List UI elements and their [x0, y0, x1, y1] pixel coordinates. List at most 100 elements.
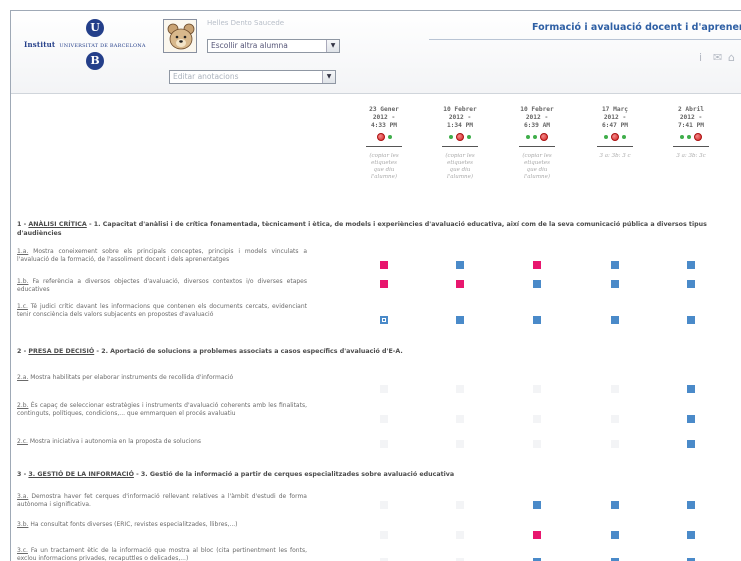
column-divider — [442, 146, 478, 147]
mail-icon[interactable]: ✉ — [713, 51, 722, 64]
assessment-cell[interactable] — [533, 280, 541, 288]
competency-link[interactable]: 3. GESTIÓ DE LA INFORMACIÓ — [28, 471, 134, 478]
assessment-cell[interactable] — [456, 316, 464, 324]
annotations-select-value: Editar anotacions — [173, 72, 239, 81]
indicator-link[interactable]: 1.b. — [17, 278, 28, 285]
indicator-link[interactable]: 3.b. — [17, 521, 28, 528]
assessment-cell[interactable] — [687, 280, 695, 288]
status-lights — [505, 132, 569, 142]
tag-copy-note: (copiar les etiquetes que diu l'alumne) — [369, 153, 399, 180]
competency-heading: 3 - 3. GESTIÓ DE LA INFORMACIÓ - 3. Gest… — [17, 471, 455, 478]
status-lights — [352, 132, 416, 142]
status-lights — [659, 132, 723, 142]
indicator-link[interactable]: 3.c. — [17, 547, 28, 554]
competency-link[interactable]: PRESA DE DECISIÓ — [28, 348, 94, 355]
assessment-cell[interactable] — [456, 261, 464, 269]
green-light-icon — [526, 135, 530, 139]
assessment-cell[interactable] — [611, 280, 619, 288]
green-light-icon — [467, 135, 471, 139]
status-lights — [428, 132, 492, 142]
annotations-select[interactable]: Editar anotacions ▼ — [169, 70, 336, 84]
university-logo: U Institut UNIVERSITAT DE BARCELONA B — [16, 16, 161, 76]
assessment-cell[interactable] — [611, 440, 619, 448]
tag-copy-note: (copiar les etiquetes que diu l'alumne) — [445, 153, 475, 180]
red-light-icon — [456, 133, 464, 141]
submission-date: 17 Març 2012 - 6:47 PM — [601, 106, 629, 129]
assessment-cell[interactable] — [687, 385, 695, 393]
indicator-text: 1.a. Mostra coneixement sobre els princi… — [17, 248, 307, 263]
indicator-text: 1.b. Fa referència a diversos objectes d… — [17, 278, 307, 293]
competency-link[interactable]: ANÀLISI CRÍTICA — [28, 221, 86, 228]
info-icon[interactable]: i — [699, 51, 702, 64]
assessment-cell[interactable] — [533, 261, 541, 269]
student-select-value: Escollir altra alumna — [211, 41, 288, 50]
assessment-cell[interactable] — [456, 501, 464, 509]
submission-column: 17 Març 2012 - 6:47 PM 3 a: 3b: 3 c — [583, 106, 647, 160]
assessment-cell[interactable] — [533, 316, 541, 324]
assessment-cell[interactable] — [611, 385, 619, 393]
submission-date: 2 Abril 2012 - 7:41 PM — [677, 106, 705, 129]
assessment-cell[interactable] — [380, 440, 388, 448]
submission-column: 2 Abril 2012 - 7:41 PM 3 a: 3b: 3c — [659, 106, 723, 160]
assessment-cell[interactable] — [380, 501, 388, 509]
indicator-link[interactable]: 2.b. — [17, 402, 28, 409]
assessment-cell[interactable] — [611, 261, 619, 269]
indicator-link[interactable]: 1.a. — [17, 248, 28, 255]
assessment-cell[interactable] — [380, 316, 388, 324]
assessment-cell[interactable] — [687, 440, 695, 448]
indicator-text: 2.a. Mostra habilitats per elaborar inst… — [17, 374, 234, 381]
green-light-icon — [449, 135, 453, 139]
assessment-cell[interactable] — [456, 415, 464, 423]
assessment-cell[interactable] — [533, 531, 541, 539]
submission-column: 10 Febrer 2012 - 1:34 PM (copiar les etiq… — [428, 106, 492, 181]
competency-heading: 1 - ANÀLISI CRÍTICA - 1. Capacitat d'anà… — [17, 221, 707, 237]
home-icon[interactable]: ⌂ — [728, 51, 735, 64]
student-select[interactable]: Escollir altra alumna ▼ — [207, 39, 340, 53]
chevron-down-icon[interactable]: ▼ — [322, 71, 335, 83]
indicator-link[interactable]: 2.a. — [17, 374, 28, 381]
assessment-cell[interactable] — [611, 531, 619, 539]
submission-date: 10 Febrer 2012 - 1:34 PM — [443, 106, 477, 129]
indicator-text: 3.a. Demostra haver fet cerques d'inform… — [17, 493, 307, 508]
chevron-down-icon[interactable]: ▼ — [326, 40, 339, 52]
column-divider — [597, 146, 633, 147]
assessment-cell[interactable] — [533, 440, 541, 448]
indicator-text: 3.b. Ha consultat fonts diverses (ERIC, … — [17, 521, 238, 528]
indicator-link[interactable]: 3.a. — [17, 493, 28, 500]
assessment-cell[interactable] — [611, 316, 619, 324]
assessment-cell[interactable] — [611, 501, 619, 509]
assessment-cell[interactable] — [380, 385, 388, 393]
assessment-cell[interactable] — [380, 261, 388, 269]
rubric-grid: 23 Gener 2012 - 4:33 PM (copiar les etiqu… — [11, 95, 741, 561]
green-light-icon — [387, 135, 392, 139]
assessment-cell[interactable] — [611, 415, 619, 423]
assessment-cell[interactable] — [687, 501, 695, 509]
indicator-text: 2.b. És capaç de seleccionar estratègies… — [17, 402, 307, 417]
assessment-cell[interactable] — [533, 501, 541, 509]
assessment-cell[interactable] — [456, 385, 464, 393]
assessment-cell[interactable] — [687, 261, 695, 269]
submission-column: 23 Gener 2012 - 4:33 PM (copiar les etiqu… — [352, 106, 416, 181]
green-light-icon — [604, 135, 608, 139]
assessment-cell[interactable] — [380, 280, 388, 288]
assessment-cell[interactable] — [687, 415, 695, 423]
assessment-cell[interactable] — [456, 531, 464, 539]
assessment-cell[interactable] — [533, 415, 541, 423]
assessment-cell[interactable] — [687, 531, 695, 539]
indicator-link[interactable]: 1.c. — [17, 303, 28, 310]
assessment-cell[interactable] — [533, 385, 541, 393]
assessment-cell[interactable] — [380, 415, 388, 423]
indicator-text: 1.c. Té judici crític davant les informa… — [17, 303, 307, 318]
assessment-cell[interactable] — [456, 280, 464, 288]
green-light-icon — [687, 135, 691, 139]
assessment-cell[interactable] — [687, 316, 695, 324]
red-light-icon — [611, 133, 619, 141]
assessment-cell[interactable] — [456, 440, 464, 448]
header: U Institut UNIVERSITAT DE BARCELONA B Hel… — [11, 11, 741, 94]
status-lights — [583, 132, 647, 142]
submission-date: 10 Febrer 2012 - 6:39 AM — [520, 106, 554, 129]
tag-copy-note: (copiar les etiquetes que diu l'alumne) — [522, 153, 552, 180]
assessment-cell[interactable] — [380, 531, 388, 539]
indicator-text: 3.c. Fa un tractament ètic de la informa… — [17, 547, 307, 561]
indicator-link[interactable]: 2.c. — [17, 438, 28, 445]
